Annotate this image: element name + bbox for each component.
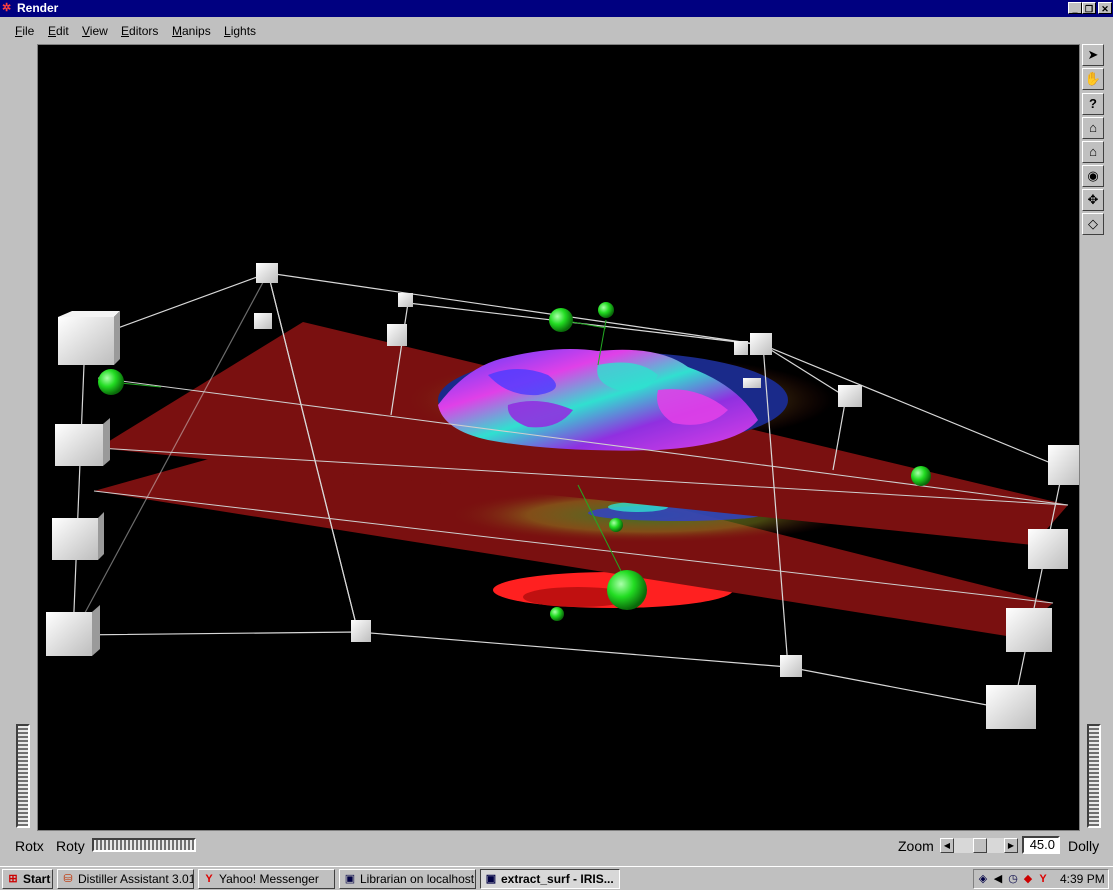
network-icon[interactable]: ◈ — [976, 872, 990, 886]
handle-cube — [387, 324, 407, 346]
zoom-decrease-button[interactable]: ◀ — [940, 838, 954, 853]
handle-cube — [55, 418, 110, 466]
close-button[interactable]: ✕ — [1098, 2, 1112, 14]
render-viewport[interactable] — [37, 44, 1080, 831]
handle-cube — [743, 378, 761, 388]
handle-cube — [398, 293, 413, 307]
taskbar-item-iris[interactable]: ▣ extract_surf - IRIS... — [480, 869, 620, 889]
acrobat-icon[interactable]: ◆ — [1021, 872, 1035, 886]
handle-cube — [52, 512, 104, 560]
handle-cube — [838, 385, 862, 407]
rotx-thumbwheel[interactable] — [16, 724, 30, 828]
zoom-slider-thumb[interactable] — [973, 838, 987, 853]
handle-cube — [734, 341, 748, 355]
view-all-icon[interactable]: ◉ — [1082, 165, 1104, 187]
dolly-label: Dolly — [1068, 838, 1100, 854]
handle-cube — [1028, 529, 1068, 569]
handle-cube — [1006, 608, 1052, 652]
handle-cube — [780, 655, 802, 677]
scene-graphic — [46, 263, 1079, 729]
taskbar-item-yahoo[interactable]: Y Yahoo! Messenger — [198, 869, 335, 889]
handle-cube — [46, 605, 100, 656]
system-tray: ◈ ◀ ◷ ◆ Y 4:39 PM — [973, 869, 1109, 889]
menu-edit[interactable]: Edit — [48, 24, 69, 38]
handle-cube — [1048, 445, 1079, 485]
roty-label: Roty — [56, 838, 85, 854]
handle-cube — [986, 685, 1036, 729]
roty-thumbwheel[interactable] — [92, 838, 196, 852]
menu-bar: File Edit View Editors Manips Lights — [0, 20, 1113, 40]
dolly-thumbwheel[interactable] — [1087, 724, 1101, 828]
distiller-icon: ⛁ — [63, 873, 73, 885]
taskbar: ⊞ Start ⛁ Distiller Assistant 3.01 Y Yahoo!… — [0, 866, 1113, 890]
taskbar-item-librarian[interactable]: ▣ Librarian on localhost — [339, 869, 476, 889]
menu-lights[interactable]: Lights — [224, 24, 256, 38]
rotx-label: Rotx — [15, 838, 44, 854]
set-home-icon[interactable]: ⌂ — [1082, 141, 1104, 163]
title-bar: ✲ Render _ ❐ ✕ — [0, 0, 1113, 17]
yahoo-icon: Y — [205, 873, 213, 885]
handle-cube — [256, 263, 278, 283]
handle-cube — [351, 620, 371, 642]
windows-logo-icon: ⊞ — [8, 873, 18, 885]
help-icon[interactable]: ? — [1082, 93, 1104, 115]
taskbar-item-distiller[interactable]: ⛁ Distiller Assistant 3.01 — [57, 869, 194, 889]
menu-view[interactable]: View — [82, 24, 108, 38]
seek-icon[interactable]: ✥ — [1082, 189, 1104, 211]
handle-cube — [58, 311, 120, 365]
zoom-label: Zoom — [898, 838, 934, 854]
clock-sync-icon[interactable]: ◷ — [1006, 872, 1020, 886]
volume-icon[interactable]: ◀ — [991, 872, 1005, 886]
handle-cube — [254, 313, 272, 329]
app-icon: ✲ — [2, 2, 12, 14]
handle-cube — [750, 333, 772, 355]
zoom-value-field[interactable]: 45.0 — [1022, 836, 1060, 854]
menu-editors[interactable]: Editors — [121, 24, 158, 38]
clock: 4:39 PM — [1060, 872, 1105, 886]
minimize-button[interactable]: _ — [1068, 2, 1082, 14]
yahoo-tray-icon[interactable]: Y — [1036, 872, 1050, 886]
start-button[interactable]: ⊞ Start — [2, 869, 53, 889]
librarian-icon: ▣ — [344, 873, 356, 885]
zoom-increase-button[interactable]: ▶ — [1004, 838, 1018, 853]
menu-manips[interactable]: Manips — [172, 24, 211, 38]
menu-file[interactable]: File — [15, 24, 34, 38]
maximize-button[interactable]: ❐ — [1082, 2, 1096, 14]
arrow-pointer-icon[interactable]: ➤ — [1082, 44, 1104, 66]
window-title: Render — [17, 1, 59, 15]
perspective-icon[interactable]: ◇ — [1082, 213, 1104, 235]
iris-icon: ▣ — [485, 873, 497, 885]
hand-icon[interactable]: ✋ — [1082, 68, 1104, 90]
home-icon[interactable]: ⌂ — [1082, 117, 1104, 139]
